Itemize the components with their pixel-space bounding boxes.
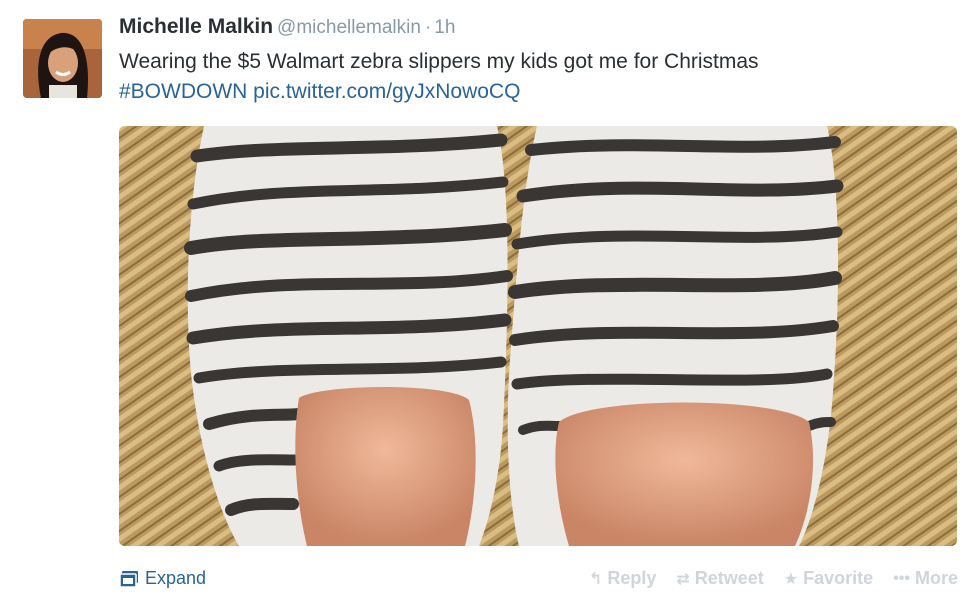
reply-arrow-icon: ↰ bbox=[588, 570, 603, 588]
media-expand-icon bbox=[119, 570, 138, 588]
tweet-text: Wearing the $5 Walmart zebra slippers my… bbox=[119, 47, 949, 107]
retweet-icon: ⇄ bbox=[676, 570, 690, 588]
tweet-photo[interactable] bbox=[119, 126, 957, 546]
timestamp[interactable]: 1h bbox=[434, 17, 455, 38]
media-link[interactable]: pic.twitter.com/gyJxNowoCQ bbox=[253, 80, 520, 103]
tweet-body: Wearing the $5 Walmart zebra slippers my… bbox=[119, 50, 759, 73]
favorite-label: Favorite bbox=[803, 568, 874, 588]
username[interactable]: @michellemalkin bbox=[277, 17, 421, 38]
tweet-header: Michelle Malkin @michellemalkin · 1h bbox=[119, 15, 455, 39]
more-label: More bbox=[914, 568, 958, 588]
fullname[interactable]: Michelle Malkin bbox=[119, 15, 273, 38]
avatar[interactable] bbox=[23, 19, 102, 98]
hashtag-link[interactable]: #BOWDOWN bbox=[119, 80, 247, 103]
ellipsis-icon: ••• bbox=[893, 569, 910, 587]
retweet-button[interactable]: ⇄ Retweet bbox=[676, 568, 763, 589]
avatar-photo bbox=[23, 19, 102, 98]
star-icon: ★ bbox=[783, 570, 799, 588]
expand-label: Expand bbox=[145, 568, 207, 588]
separator-dot: · bbox=[424, 17, 432, 38]
reply-button[interactable]: ↰ Reply bbox=[589, 568, 656, 589]
zebra-slippers-photo bbox=[119, 126, 957, 546]
expand-link[interactable]: Expand bbox=[119, 568, 206, 589]
more-button[interactable]: ••• More bbox=[893, 568, 958, 589]
favorite-button[interactable]: ★ Favorite bbox=[784, 568, 873, 589]
tweet-card: Michelle Malkin @michellemalkin · 1h Wearin… bbox=[0, 0, 980, 600]
reply-label: Reply bbox=[607, 568, 657, 588]
retweet-label: Retweet bbox=[694, 568, 764, 588]
tweet-footer: Expand ↰ Reply ⇄ Retweet ★ Favorite ••• … bbox=[0, 560, 980, 600]
tweet-actions: ↰ Reply ⇄ Retweet ★ Favorite ••• More bbox=[589, 568, 958, 589]
